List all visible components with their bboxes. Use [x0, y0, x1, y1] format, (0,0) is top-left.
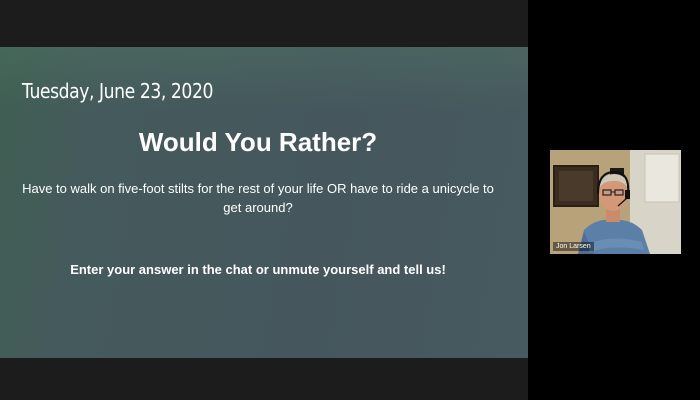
slide-date: Tuesday, June 23, 2020 — [22, 79, 213, 103]
presentation-slide: Tuesday, June 23, 2020 Would You Rather?… — [0, 47, 528, 358]
participant-name: Jon Larsen — [553, 242, 594, 251]
screen-share-area: Tuesday, June 23, 2020 Would You Rather?… — [0, 0, 528, 400]
slide-question: Have to walk on five-foot stilts for the… — [22, 181, 494, 215]
person-video-icon — [550, 150, 681, 254]
slide-title: Would You Rather? — [138, 127, 378, 157]
meeting-window: Tuesday, June 23, 2020 Would You Rather?… — [0, 0, 700, 400]
slide-instruction: Enter your answer in the chat or unmute … — [70, 262, 446, 277]
participant-video-tile[interactable]: Jon Larsen — [550, 150, 681, 254]
